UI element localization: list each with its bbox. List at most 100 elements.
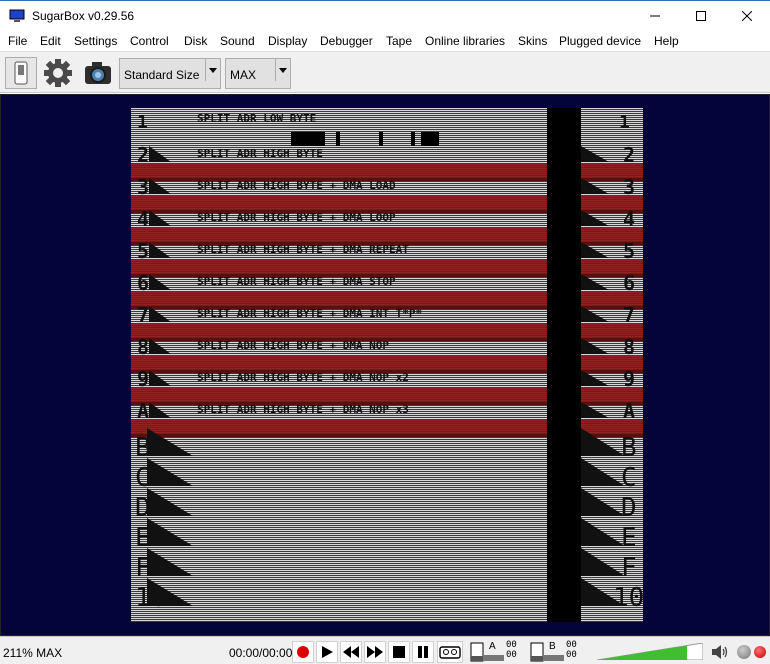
fast-forward-button[interactable] bbox=[364, 641, 386, 663]
screenshot-button[interactable] bbox=[82, 57, 114, 89]
row-label: SPLIT ADR HIGH BYTE + DMA NOP x2 bbox=[197, 371, 409, 384]
row-wedge bbox=[149, 338, 171, 354]
menu-file[interactable]: File bbox=[8, 34, 27, 48]
lower-wedge bbox=[147, 488, 193, 516]
drive-b-indicator[interactable]: B 00 00 bbox=[530, 640, 580, 664]
camera-icon bbox=[85, 62, 111, 84]
row-marker-left: 9 bbox=[137, 367, 149, 391]
row-marker-left: 4 bbox=[137, 207, 149, 231]
emulator-screen[interactable]: 1 1 SPLIT ADR LOW BYTE SPLIT ADR HIGH BYT… bbox=[0, 94, 770, 636]
lower-wedge bbox=[581, 518, 625, 546]
row-label: SPLIT ADR HIGH BYTE + DMA STOP bbox=[197, 275, 396, 288]
header-block bbox=[336, 132, 340, 146]
lower-wedge bbox=[147, 518, 193, 546]
row-marker-left: 6 bbox=[137, 271, 149, 295]
lower-marker-left: D bbox=[135, 493, 151, 523]
lower-marker-left: 10 bbox=[135, 583, 166, 613]
row-marker-left: 8 bbox=[137, 335, 149, 359]
lower-marker-left: E bbox=[135, 523, 151, 553]
header-block bbox=[379, 132, 383, 146]
record-button[interactable] bbox=[292, 641, 314, 663]
gear-icon bbox=[44, 59, 72, 87]
lower-marker-left: F bbox=[135, 553, 151, 583]
window-title: SugarBox v0.29.56 bbox=[32, 9, 135, 23]
lower-marker-left: C bbox=[135, 463, 151, 493]
speed-select-value: MAX bbox=[230, 68, 257, 82]
menu-display[interactable]: Display bbox=[268, 34, 307, 48]
row-label: SPLIT ADR HIGH BYTE + DMA INT T*P* bbox=[197, 307, 422, 320]
chevron-down-icon bbox=[205, 59, 220, 81]
drive-a-led bbox=[484, 655, 504, 661]
size-select-value: Standard Size bbox=[124, 68, 200, 82]
drive-a-sector: 00 bbox=[506, 650, 517, 660]
lower-wedge bbox=[147, 548, 193, 576]
volume-slider[interactable] bbox=[597, 643, 703, 660]
snapshot-indicator[interactable] bbox=[737, 645, 751, 659]
maximize-icon bbox=[696, 11, 706, 21]
pause-button[interactable] bbox=[412, 641, 434, 663]
settings-button[interactable] bbox=[42, 57, 74, 89]
floppy-drive-icon bbox=[470, 642, 484, 662]
pause-icon bbox=[418, 646, 428, 658]
power-switch-icon bbox=[14, 61, 28, 85]
rewind-button[interactable] bbox=[340, 641, 362, 663]
row-wedge bbox=[581, 210, 609, 226]
menu-tape[interactable]: Tape bbox=[386, 34, 412, 48]
record-icon bbox=[297, 646, 309, 658]
black-column bbox=[547, 108, 581, 622]
drive-b-track: 00 bbox=[566, 640, 577, 650]
row-wedge bbox=[149, 402, 171, 418]
speed-select[interactable]: MAX bbox=[225, 58, 291, 89]
row-wedge bbox=[149, 210, 171, 226]
menu-plugged-device[interactable]: Plugged device bbox=[559, 34, 641, 48]
close-button[interactable] bbox=[724, 1, 770, 31]
row-wedge bbox=[581, 402, 609, 418]
cassette-icon bbox=[439, 646, 461, 659]
lower-wedge bbox=[581, 488, 625, 516]
row-label: SPLIT ADR HIGH BYTE + DMA LOOP bbox=[197, 211, 396, 224]
row-label: SPLIT ADR HIGH BYTE + DMA LOAD bbox=[197, 179, 396, 192]
row-marker-right: 3 bbox=[623, 175, 635, 199]
lower-marker-right: 10 bbox=[613, 583, 643, 613]
menu-settings[interactable]: Settings bbox=[74, 34, 117, 48]
menu-disk[interactable]: Disk bbox=[184, 34, 207, 48]
lower-wedge bbox=[147, 458, 193, 486]
menu-skins[interactable]: Skins bbox=[518, 34, 547, 48]
menu-control[interactable]: Control bbox=[130, 34, 169, 48]
row-marker-left: 3 bbox=[137, 175, 149, 199]
fast-forward-icon bbox=[367, 646, 383, 658]
row-marker-right: 8 bbox=[623, 335, 635, 359]
speaker-icon[interactable] bbox=[711, 644, 729, 660]
menu-online-libraries[interactable]: Online libraries bbox=[425, 34, 505, 48]
drive-b-label: B bbox=[549, 641, 556, 652]
drive-a-indicator[interactable]: A 00 00 bbox=[470, 640, 520, 664]
menu-sound[interactable]: Sound bbox=[220, 34, 255, 48]
drive-a-label: A bbox=[489, 641, 496, 652]
power-button[interactable] bbox=[5, 57, 37, 89]
emulated-display[interactable]: 1 1 SPLIT ADR LOW BYTE SPLIT ADR HIGH BYT… bbox=[131, 108, 643, 622]
minimize-button[interactable] bbox=[632, 1, 678, 31]
stop-button[interactable] bbox=[388, 641, 410, 663]
row-wedge bbox=[581, 178, 609, 194]
row-marker-right: 4 bbox=[623, 207, 635, 231]
lower-marker-right: B bbox=[621, 433, 637, 463]
lower-marker-right: C bbox=[621, 463, 637, 493]
row-marker-right: 1 bbox=[619, 112, 630, 133]
play-icon bbox=[322, 646, 333, 658]
menu-help[interactable]: Help bbox=[654, 34, 679, 48]
menu-debugger[interactable]: Debugger bbox=[320, 34, 373, 48]
play-button[interactable] bbox=[316, 641, 338, 663]
maximize-button[interactable] bbox=[678, 1, 724, 31]
record-indicator[interactable] bbox=[754, 646, 766, 658]
row-marker-right: 6 bbox=[623, 271, 635, 295]
menu-edit[interactable]: Edit bbox=[40, 34, 61, 48]
row-wedge bbox=[581, 274, 609, 290]
lower-marker-right: D bbox=[621, 493, 637, 523]
row-wedge bbox=[149, 146, 171, 162]
size-select[interactable]: Standard Size bbox=[119, 58, 221, 89]
lower-marker-right: F bbox=[621, 553, 637, 583]
row-label: SPLIT ADR HIGH BYTE + DMA NOP x3 bbox=[197, 403, 409, 416]
cassette-button[interactable] bbox=[437, 641, 463, 663]
row-marker-left: A bbox=[137, 399, 149, 423]
drive-b-led bbox=[544, 655, 564, 661]
